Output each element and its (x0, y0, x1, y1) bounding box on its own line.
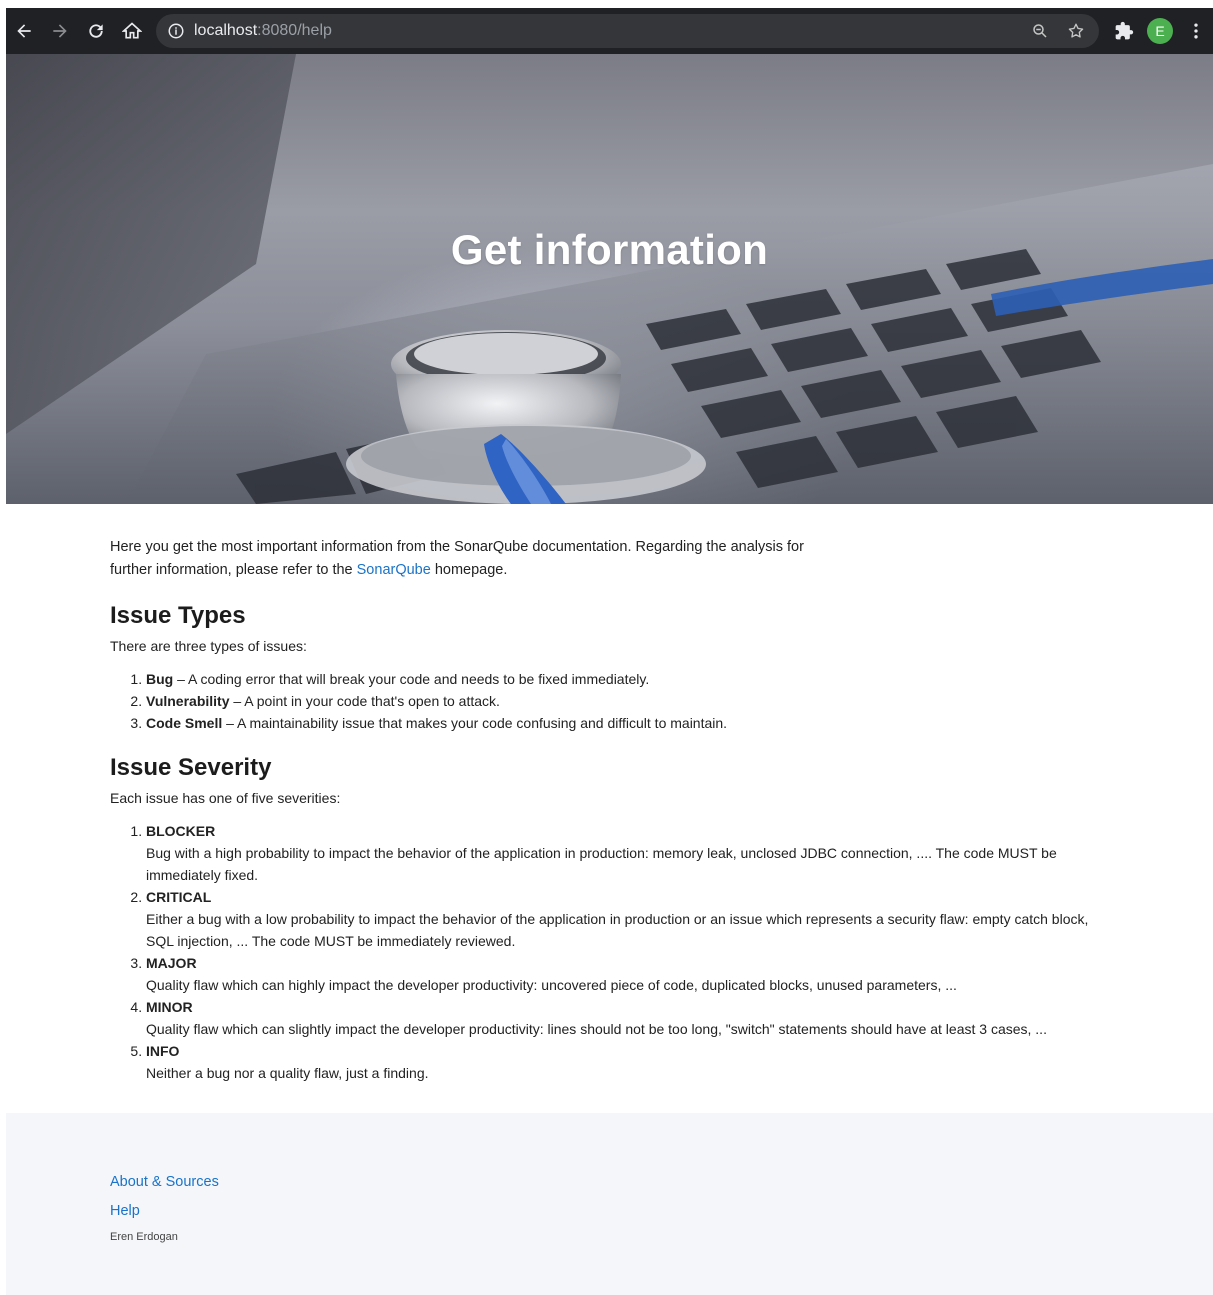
issue-type-desc: – A maintainability issue that makes you… (222, 715, 728, 731)
issue-type-desc: – A coding error that will break your co… (173, 671, 650, 687)
severity-name: BLOCKER (146, 823, 216, 839)
site-info-icon[interactable] (166, 21, 186, 41)
severity-desc: Quality flaw which can slightly impact t… (146, 1021, 1047, 1037)
issue-type-name: Bug (146, 671, 174, 687)
list-item: MINOR Quality flaw which can slightly imp… (146, 996, 1100, 1040)
zoom-icon[interactable] (1027, 18, 1053, 44)
address-bar[interactable]: localhost:8080/help (156, 14, 1099, 48)
severity-desc: Either a bug with a low probability to i… (146, 911, 1089, 949)
extensions-puzzle-icon[interactable] (1107, 14, 1141, 48)
main-content: Here you get the most important informat… (110, 536, 1100, 1084)
back-arrow-icon[interactable] (6, 13, 42, 49)
list-item: Code Smell – A maintainability issue tha… (146, 712, 1100, 734)
list-item: BLOCKER Bug with a high probability to im… (146, 820, 1100, 886)
url-text: localhost:8080/help (194, 22, 332, 40)
forward-arrow-icon[interactable] (42, 13, 78, 49)
author-name: Eren Erdogan (110, 1231, 178, 1243)
issue-type-desc: – A point in your code that's open to at… (229, 693, 500, 709)
about-sources-link[interactable]: About & Sources (110, 1174, 219, 1190)
issue-severity-heading: Issue Severity (110, 754, 272, 781)
url-path: :8080/help (257, 22, 332, 39)
help-link[interactable]: Help (110, 1203, 140, 1219)
reload-icon[interactable] (78, 13, 114, 49)
severity-name: MINOR (146, 999, 193, 1015)
severity-name: MAJOR (146, 955, 197, 971)
hero-photo-laptop-stethoscope (6, 54, 1213, 504)
severity-desc: Neither a bug nor a quality flaw, just a… (146, 1065, 429, 1081)
severity-name: CRITICAL (146, 889, 212, 905)
intro-paragraph: Here you get the most important informat… (110, 536, 830, 582)
kebab-menu-icon[interactable] (1179, 14, 1213, 48)
sonarqube-link[interactable]: SonarQube (357, 562, 431, 578)
url-host: localhost (194, 22, 258, 39)
hero-title: Get information (450, 226, 769, 273)
list-item: CRITICAL Either a bug with a low probabil… (146, 886, 1100, 952)
profile-avatar[interactable]: E (1147, 18, 1173, 44)
browser-toolbar: localhost:8080/help E (6, 8, 1213, 54)
severity-desc: Bug with a high probability to impact th… (146, 845, 1057, 883)
list-item: Bug – A coding error that will break you… (146, 668, 1100, 690)
issue-severity-lead: Each issue has one of five severities: (110, 790, 341, 806)
issue-type-name: Code Smell (146, 715, 223, 731)
issue-types-heading: Issue Types (110, 602, 246, 629)
intro-text-after: homepage. (430, 562, 508, 578)
severity-desc: Quality flaw which can highly impact the… (146, 977, 957, 993)
hero-banner: Get information (6, 54, 1213, 504)
home-icon[interactable] (114, 13, 150, 49)
list-item: INFO Neither a bug nor a quality flaw, ju… (146, 1040, 1100, 1084)
issue-types-list: Bug – A coding error that will break you… (110, 668, 1100, 734)
issue-severity-list: BLOCKER Bug with a high probability to im… (110, 820, 1100, 1084)
severity-name: INFO (146, 1043, 180, 1059)
list-item: Vulnerability – A point in your code tha… (146, 690, 1100, 712)
issue-types-lead: There are three types of issues: (110, 638, 307, 654)
list-item: MAJOR Quality flaw which can highly impac… (146, 952, 1100, 996)
issue-type-name: Vulnerability (146, 693, 230, 709)
bookmark-star-icon[interactable] (1063, 18, 1089, 44)
page-footer: About & Sources Help Eren Erdogan (6, 1113, 1213, 1295)
